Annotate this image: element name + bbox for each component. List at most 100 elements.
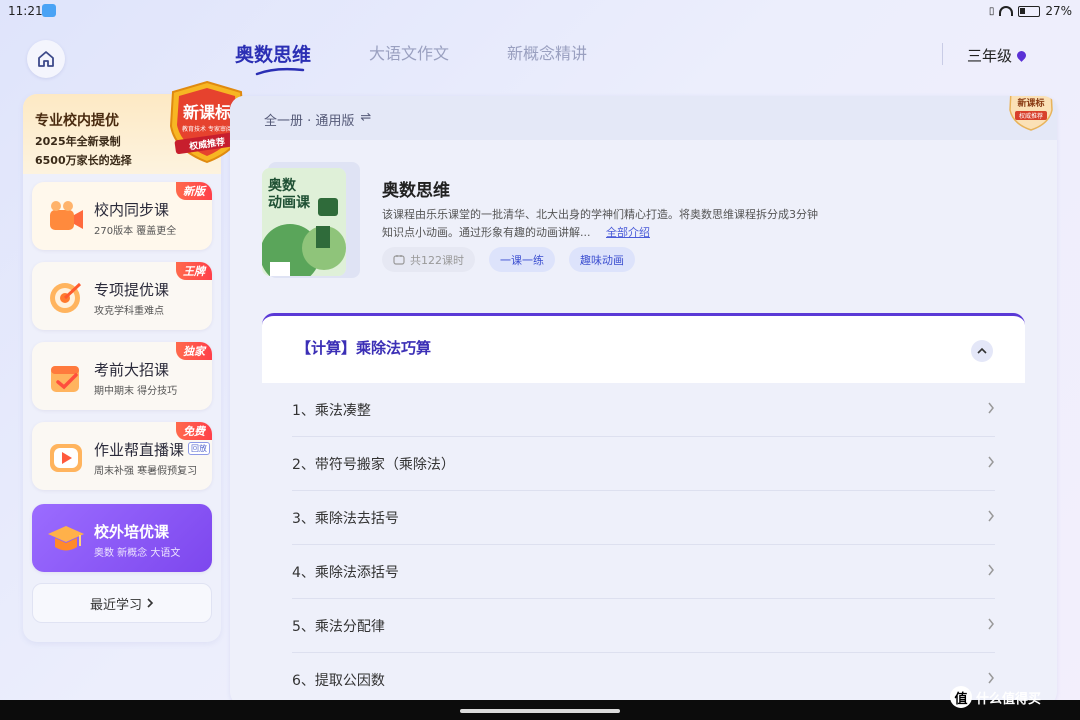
- chevron-right-icon: [988, 510, 994, 522]
- home-icon: [38, 51, 54, 67]
- course-title: 奥数思维: [382, 181, 450, 201]
- volume-label: 全一册 · 通用版: [264, 114, 355, 129]
- course-description-text: 该课程由乐乐课堂的一批清华、北大出身的学神们精心打造。将奥数思维课程拆分成3分钟…: [382, 208, 818, 239]
- badge-subtitle: 教育技术 专家审阅: [182, 125, 232, 133]
- course-tags: 共122课时 一课一练 趣味动画: [382, 247, 635, 272]
- lesson-count-icon: [393, 255, 405, 265]
- lesson-item[interactable]: 4、乘除法添括号: [292, 545, 995, 599]
- sidebar-item-tag: 独家: [176, 342, 212, 360]
- tab-dayuwen[interactable]: 大语文作文: [369, 40, 449, 70]
- tab-aoshu[interactable]: 奥数思维: [235, 40, 312, 76]
- sidebar-item-zhibo[interactable]: 作业帮直播课 回放 周末补强 寒暑假预复习 免费: [32, 422, 212, 490]
- notification-app-icon: [42, 4, 56, 17]
- lesson-title: 6、提取公因数: [292, 672, 385, 689]
- sidebar-item-xiaowai[interactable]: 校外培优课 奥数 新概念 大语文: [32, 504, 212, 572]
- chevron-right-icon: [988, 456, 994, 468]
- sidebar-item-tag: 免费: [176, 422, 212, 440]
- recent-learning-button[interactable]: 最近学习: [32, 583, 212, 623]
- course-description: 该课程由乐乐课堂的一批清华、北大出身的学神们精心打造。将奥数思维课程拆分成3分钟…: [382, 206, 827, 242]
- active-tab-underline: [255, 67, 305, 76]
- system-nav-bar: [0, 700, 1080, 720]
- lesson-count: 共122课时: [410, 253, 464, 267]
- collapse-button[interactable]: [971, 340, 993, 362]
- home-button[interactable]: [27, 40, 65, 78]
- subject-tabs: 奥数思维 大语文作文 新概念精讲: [235, 40, 587, 76]
- grade-selector[interactable]: 三年级: [967, 45, 1028, 66]
- watermark-text: 什么值得买: [976, 691, 1042, 707]
- course-cover: 奥数 动画课: [262, 168, 346, 276]
- badge-small-title: 新课标: [1017, 97, 1044, 109]
- cover-text: 奥数 动画课: [268, 178, 310, 211]
- badge-title: 新课标: [183, 103, 231, 122]
- chevron-right-icon: [988, 564, 994, 576]
- sidebar-item-desc: 期中期末 得分技巧: [94, 386, 178, 397]
- volume-switcher[interactable]: 全一册 · 通用版 ⇌: [264, 110, 371, 129]
- sidebar-item-title: 专项提优课: [94, 281, 170, 299]
- tag-label: 一课一练: [500, 253, 544, 267]
- status-right: ▯ 27%: [989, 4, 1072, 18]
- volume-bar: 全一册 · 通用版 ⇌: [230, 96, 1057, 140]
- location-pin-icon: [1015, 49, 1028, 62]
- tag-pill: 一课一练: [489, 247, 555, 272]
- tab-label: 大语文作文: [369, 44, 450, 63]
- video-camera-icon: [50, 201, 83, 230]
- lesson-item[interactable]: 2、带符号搬家（乘除法）: [292, 437, 995, 491]
- sidebar-item-desc: 270版本 覆盖更全: [94, 226, 177, 237]
- full-intro-link[interactable]: 全部介绍: [606, 226, 650, 239]
- lesson-item[interactable]: 5、乘法分配律: [292, 599, 995, 653]
- tab-label: 奥数思维: [235, 44, 312, 66]
- chapter-title: 【计算】乘除法巧算: [296, 339, 432, 357]
- vibrate-icon: ▯: [988, 5, 995, 17]
- chevron-right-icon: [147, 598, 154, 608]
- sidebar: 专业校内提优 2025年全新录制 6500万家长的选择 新课标 教育技术 专家审…: [23, 80, 245, 642]
- sidebar-item-desc: 周末补强 寒暑假预复习: [94, 466, 198, 477]
- grade-label: 三年级: [967, 47, 1013, 65]
- lesson-item[interactable]: 3、乘除法去括号: [292, 491, 995, 545]
- lesson-count-pill: 共122课时: [382, 247, 475, 272]
- tag-pill: 趣味动画: [569, 247, 635, 272]
- lesson-title: 1、乘法凑整: [292, 402, 371, 419]
- swap-icon: ⇌: [360, 110, 372, 125]
- lesson-item[interactable]: 1、乘法凑整: [292, 383, 995, 437]
- sidebar-item-title: 校内同步课: [94, 201, 170, 219]
- battery-level: 27%: [1045, 4, 1072, 18]
- target-icon: [50, 282, 82, 313]
- chevron-right-icon: [988, 618, 994, 630]
- sidebar-item-kaoqian[interactable]: 考前大招课 期中期末 得分技巧 独家: [32, 342, 212, 410]
- sidebar-item-title: 校外培优课: [94, 523, 170, 541]
- tag-label: 趣味动画: [580, 253, 624, 267]
- lesson-title: 4、乘除法添括号: [292, 564, 399, 581]
- sidebar-item-title: 作业帮直播课: [94, 441, 185, 459]
- tab-label: 新概念精讲: [507, 44, 588, 63]
- sidebar-item-tongbu[interactable]: 校内同步课 270版本 覆盖更全 新版: [32, 182, 212, 250]
- watermark: 值 什么值得买: [950, 686, 1041, 708]
- recent-learning-label: 最近学习: [89, 597, 142, 613]
- lesson-title: 2、带符号搬家（乘除法）: [292, 456, 455, 473]
- sidebar-item-desc: 攻克学科重难点: [94, 306, 164, 317]
- nav-divider: [942, 43, 943, 65]
- tab-xingainian[interactable]: 新概念精讲: [507, 40, 587, 70]
- sidebar-item-zhuanxiang[interactable]: 专项提优课 攻克学科重难点 王牌: [32, 262, 212, 330]
- lesson-title: 5、乘法分配律: [292, 618, 385, 635]
- home-gesture-bar[interactable]: [460, 709, 620, 713]
- sidebar-item-tag: 王牌: [176, 262, 212, 280]
- graduation-cap-icon: [48, 526, 84, 551]
- status-time: 11:21: [8, 4, 43, 18]
- sidebar-item-title: 考前大招课: [94, 361, 170, 379]
- status-bar: 11:21 ▯ 27%: [0, 0, 1080, 22]
- watermark-logo: 值: [950, 686, 972, 708]
- chapter-header[interactable]: 【计算】乘除法巧算: [262, 313, 1025, 383]
- sidebar-item-tag: 新版: [176, 182, 212, 200]
- lesson-title: 3、乘除法去括号: [292, 510, 399, 527]
- badge-small-ribbon: 权威推荐: [1019, 112, 1043, 120]
- calendar-check-icon: [51, 366, 79, 392]
- play-icon: [50, 444, 82, 472]
- sidebar-item-desc: 奥数 新概念 大语文: [94, 548, 181, 559]
- course-panel: 全一册 · 通用版 ⇌ 奥数 动画课 奥数思维 该课程由乐乐课堂的一批清华、北大…: [230, 96, 1057, 706]
- lesson-list: 1、乘法凑整 2、带符号搬家（乘除法） 3、乘除法去括号 4、乘除法添括号 5、…: [262, 383, 1025, 706]
- battery-icon: [1018, 5, 1041, 17]
- lesson-item[interactable]: 6、提取公因数: [292, 653, 995, 706]
- replay-badge: 回放: [188, 442, 210, 455]
- new-curriculum-badge-small: 新课标 权威推荐: [1009, 96, 1053, 131]
- chevron-right-icon: [988, 672, 994, 684]
